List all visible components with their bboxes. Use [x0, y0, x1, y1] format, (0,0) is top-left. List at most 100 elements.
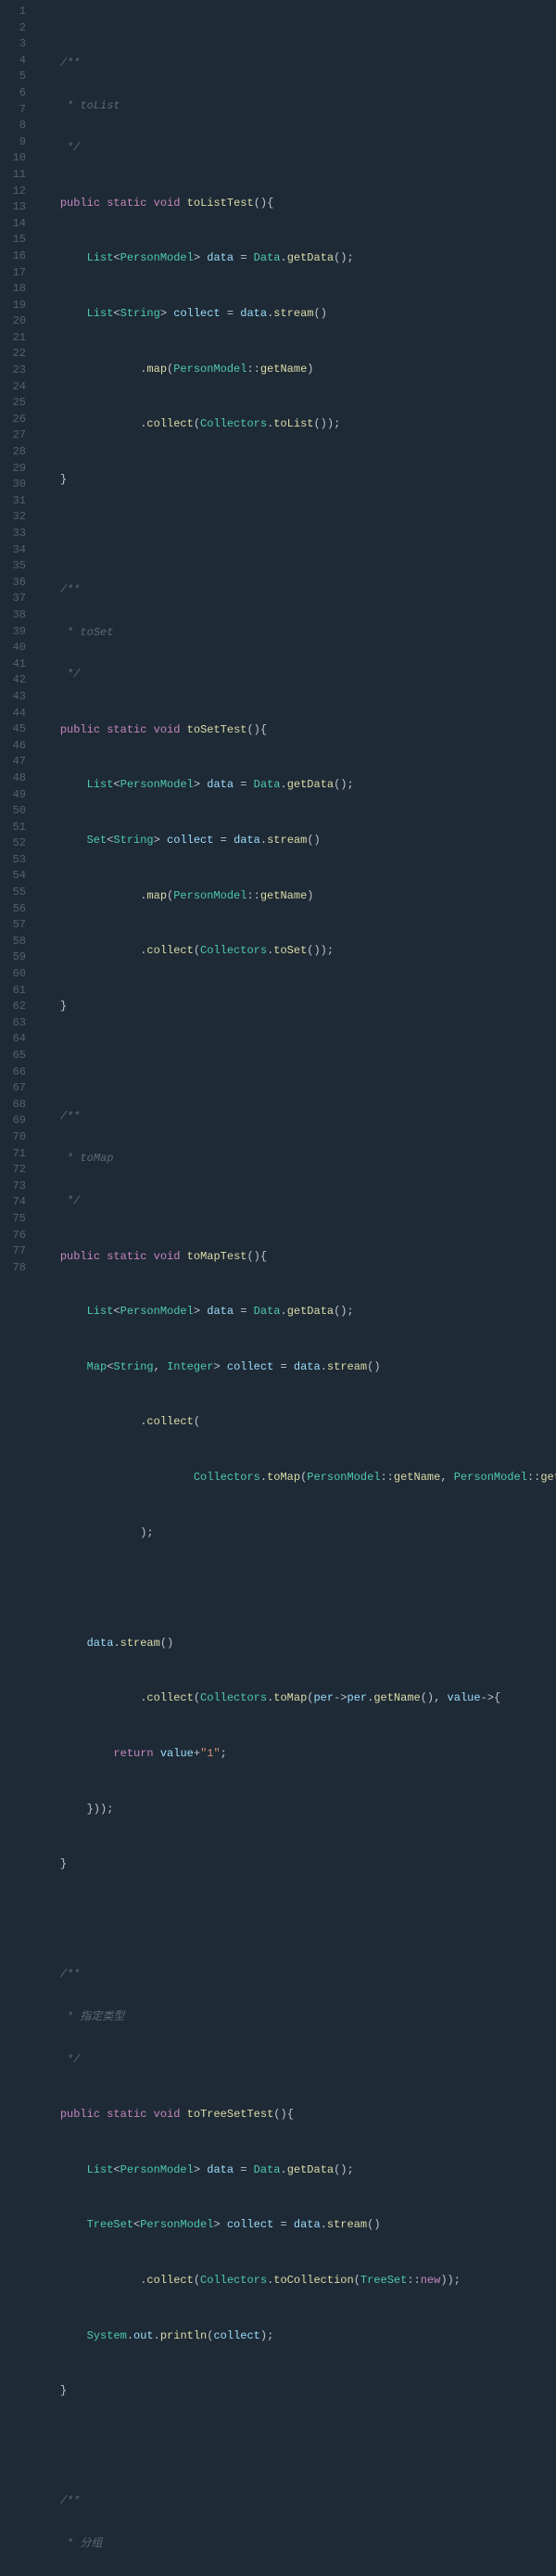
line-number: 29 [0, 461, 26, 478]
code-line: public static void toMapTest(){ [33, 1249, 556, 1266]
line-number: 37 [0, 591, 26, 607]
line-number: 6 [0, 85, 26, 102]
code-line: /** [33, 2493, 556, 2510]
line-number: 7 [0, 102, 26, 119]
code-line: * toSet [33, 625, 556, 642]
code-line: .collect(Collectors.toCollection(TreeSet… [33, 2273, 556, 2289]
line-number: 72 [0, 1162, 26, 1179]
code-line: * toMap [33, 1151, 556, 1167]
code-line: Map<String, Integer> collect = data.stre… [33, 1359, 556, 1376]
code-line: } [33, 472, 556, 489]
line-number: 12 [0, 184, 26, 200]
line-number: 43 [0, 689, 26, 706]
line-number: 25 [0, 395, 26, 412]
line-number: 41 [0, 657, 26, 673]
line-number: 40 [0, 640, 26, 657]
line-number: 53 [0, 852, 26, 869]
line-number: 45 [0, 721, 26, 738]
code-line: * 指定类型 [33, 2009, 556, 2026]
code-line: Collectors.toMap(PersonModel::getName, P… [33, 1470, 556, 1486]
code-line: System.out.println(collect); [33, 2328, 556, 2345]
line-number: 21 [0, 330, 26, 347]
line-number: 47 [0, 754, 26, 771]
line-number: 46 [0, 738, 26, 755]
line-number: 51 [0, 820, 26, 836]
code-line [33, 1053, 556, 1070]
line-number: 59 [0, 950, 26, 966]
code-line: .collect( [33, 1414, 556, 1431]
line-number: 3 [0, 36, 26, 53]
line-number: 16 [0, 249, 26, 265]
line-number: 24 [0, 379, 26, 396]
line-number: 30 [0, 477, 26, 493]
code-line: .map(PersonModel::getName) [33, 888, 556, 905]
line-number: 67 [0, 1080, 26, 1097]
line-number: 34 [0, 542, 26, 559]
code-line: List<PersonModel> data = Data.getData(); [33, 2162, 556, 2179]
line-number: 74 [0, 1194, 26, 1211]
line-number: 49 [0, 787, 26, 804]
code-line: List<PersonModel> data = Data.getData(); [33, 1304, 556, 1320]
code-line: Set<String> collect = data.stream() [33, 833, 556, 849]
line-number: 15 [0, 232, 26, 249]
code-line [33, 2439, 556, 2455]
code-line: data.stream() [33, 1636, 556, 1652]
line-number: 58 [0, 934, 26, 950]
code-line: } [33, 2383, 556, 2400]
line-number: 50 [0, 803, 26, 820]
line-number: 10 [0, 150, 26, 167]
code-line: */ [33, 2052, 556, 2069]
code-line: /** [33, 1967, 556, 1983]
code-line: .collect(Collectors.toMap(per->per.getNa… [33, 1690, 556, 1707]
code-line: public static void toSetTest(){ [33, 722, 556, 739]
code-line [33, 1912, 556, 1929]
line-number: 17 [0, 265, 26, 282]
line-number: 78 [0, 1260, 26, 1277]
code-line: /** [33, 1109, 556, 1126]
line-number: 38 [0, 607, 26, 624]
line-number: 54 [0, 868, 26, 885]
code-line: .map(PersonModel::getName) [33, 362, 556, 378]
line-number: 75 [0, 1211, 26, 1228]
line-number: 76 [0, 1228, 26, 1244]
line-number: 42 [0, 672, 26, 689]
line-number: 71 [0, 1146, 26, 1163]
line-number: 27 [0, 427, 26, 444]
code-line: /** [33, 582, 556, 599]
code-line: */ [33, 667, 556, 683]
code-line: List<PersonModel> data = Data.getData(); [33, 777, 556, 794]
line-number: 14 [0, 216, 26, 233]
line-number: 57 [0, 917, 26, 934]
code-line: public static void toTreeSetTest(){ [33, 2107, 556, 2123]
line-number: 55 [0, 885, 26, 901]
code-area[interactable]: /** * toList */ public static void toLis… [33, 4, 556, 2576]
code-line: */ [33, 1193, 556, 1210]
line-number: 31 [0, 493, 26, 510]
code-line: TreeSet<PersonModel> collect = data.stre… [33, 2217, 556, 2234]
line-number: 60 [0, 966, 26, 983]
line-number: 69 [0, 1113, 26, 1129]
code-line: public static void toListTest(){ [33, 196, 556, 212]
code-line: ); [33, 1525, 556, 1542]
line-number: 26 [0, 412, 26, 428]
code-editor: 1234567891011121314151617181920212223242… [0, 0, 556, 2576]
line-number: 2 [0, 20, 26, 37]
line-number: 68 [0, 1097, 26, 1114]
code-line: })); [33, 1802, 556, 1818]
code-line: } [33, 1856, 556, 1873]
line-number-gutter: 1234567891011121314151617181920212223242… [0, 4, 33, 2576]
code-line: * toList [33, 98, 556, 115]
line-number: 11 [0, 167, 26, 184]
code-line: } [33, 999, 556, 1015]
code-line: List<String> collect = data.stream() [33, 306, 556, 323]
line-number: 33 [0, 526, 26, 542]
line-number: 62 [0, 999, 26, 1015]
line-number: 13 [0, 199, 26, 216]
line-number: 18 [0, 281, 26, 298]
line-number: 32 [0, 509, 26, 526]
line-number: 22 [0, 346, 26, 363]
line-number: 61 [0, 983, 26, 1000]
line-number: 52 [0, 835, 26, 852]
line-number: 9 [0, 134, 26, 151]
line-number: 28 [0, 444, 26, 461]
